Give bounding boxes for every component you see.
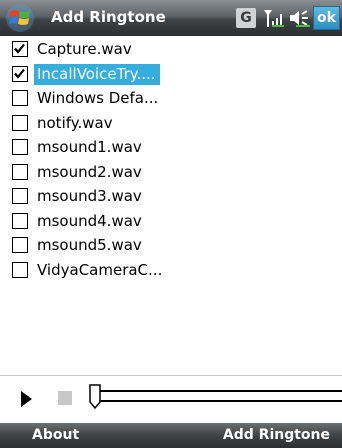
list-item[interactable]: msound4.wav bbox=[0, 210, 342, 235]
checkbox[interactable] bbox=[12, 261, 28, 278]
list-item-label: Capture.wav bbox=[37, 40, 132, 58]
checkbox[interactable] bbox=[12, 41, 28, 57]
list-item[interactable]: msound1.wav bbox=[0, 136, 342, 161]
checkbox[interactable] bbox=[12, 212, 28, 229]
seek-track[interactable] bbox=[96, 390, 342, 402]
list-item[interactable]: VidyaCameraC... bbox=[0, 259, 342, 284]
list-item-label: msound1.wav bbox=[37, 138, 142, 156]
checkbox[interactable] bbox=[12, 65, 28, 82]
checkbox[interactable] bbox=[12, 114, 28, 131]
list-item-label: IncallVoiceTry.... bbox=[34, 63, 160, 85]
checkbox[interactable] bbox=[12, 139, 28, 155]
list-item-label: msound2.wav bbox=[37, 162, 142, 181]
ringtone-list: Capture.wav IncallVoiceTry.... Windows Def… bbox=[0, 38, 342, 283]
title-bar: Add Ringtone G ok bbox=[0, 0, 342, 36]
list-item[interactable]: msound2.wav bbox=[0, 161, 342, 186]
add-ringtone-softkey[interactable]: Add Ringtone bbox=[223, 427, 330, 443]
checkmark-icon bbox=[14, 43, 25, 54]
list-item[interactable]: msound5.wav bbox=[0, 234, 342, 259]
media-player-bar bbox=[0, 375, 342, 424]
checkbox[interactable] bbox=[12, 237, 28, 253]
checkmark-icon bbox=[14, 68, 25, 79]
seek-slider-thumb[interactable] bbox=[88, 384, 102, 410]
list-item[interactable]: msound3.wav bbox=[0, 185, 342, 210]
play-button[interactable] bbox=[12, 376, 40, 424]
gprs-g-icon[interactable]: G bbox=[236, 8, 256, 28]
list-item-label: msound5.wav bbox=[37, 236, 142, 254]
page-title: Add Ringtone bbox=[51, 8, 166, 26]
stop-button[interactable] bbox=[50, 376, 78, 424]
softkey-bar: About Add Ringtone bbox=[0, 423, 342, 448]
checkbox[interactable] bbox=[12, 90, 28, 106]
ok-button[interactable]: ok bbox=[313, 6, 340, 30]
list-item-label: msound4.wav bbox=[37, 211, 142, 230]
list-item[interactable]: IncallVoiceTry.... bbox=[0, 63, 342, 88]
volume-icon[interactable] bbox=[288, 8, 312, 28]
checkbox[interactable] bbox=[12, 188, 28, 204]
list-item[interactable]: Windows Defa... bbox=[0, 87, 342, 112]
list-item-label: msound3.wav bbox=[37, 187, 142, 205]
about-softkey[interactable]: About bbox=[32, 427, 79, 443]
list-item[interactable]: Capture.wav bbox=[0, 38, 342, 63]
list-item[interactable]: notify.wav bbox=[0, 112, 342, 137]
windows-start-icon[interactable] bbox=[5, 3, 35, 33]
list-item-label: Windows Defa... bbox=[37, 89, 159, 107]
list-item-label: VidyaCameraC... bbox=[37, 260, 163, 279]
list-item-label: notify.wav bbox=[37, 113, 113, 132]
signal-strength-icon[interactable] bbox=[262, 8, 286, 28]
checkbox[interactable] bbox=[12, 163, 28, 180]
